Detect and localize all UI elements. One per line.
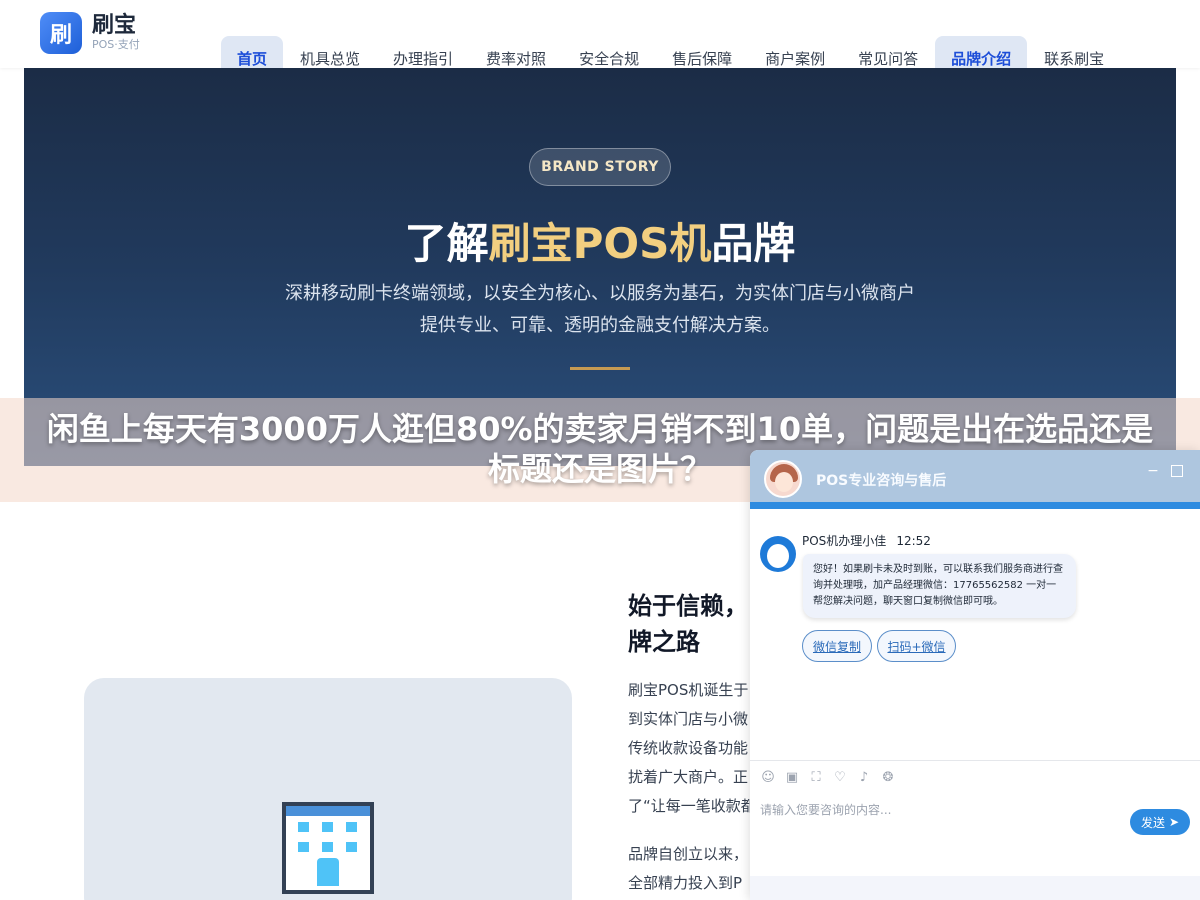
- logo-title: 刷宝: [92, 13, 137, 38]
- section-title-line: 牌之路: [628, 628, 700, 656]
- paragraph-line: 全部精力投入到P: [628, 874, 743, 892]
- logo-subtitle: POS·支付: [92, 38, 140, 51]
- chat-widget: POS专业咨询与售后 − POS机办理小佳 12:52 您好！如果刷卡未及时到账，…: [750, 450, 1200, 900]
- section-title: 始于信赖， 牌之路: [628, 588, 758, 660]
- brand-story-badge: BRAND STORY: [529, 148, 671, 186]
- chat-divider: [750, 760, 1200, 761]
- message-meta: POS机办理小佳 12:52: [802, 532, 931, 549]
- copy-wechat-button[interactable]: 微信复制: [802, 630, 872, 662]
- bot-avatar: [760, 536, 796, 572]
- agent-avatar: [764, 460, 802, 498]
- chat-header[interactable]: POS专业咨询与售后 −: [750, 450, 1200, 502]
- hero-title-pre: 了解: [404, 219, 489, 268]
- emoji-icon[interactable]: ☺: [760, 770, 776, 786]
- chat-footer: [750, 876, 1200, 900]
- minimize-icon[interactable]: −: [1146, 464, 1160, 478]
- paragraph-line: 品牌自创立以来，: [628, 845, 749, 863]
- section-title-line: 始于信赖，: [628, 592, 748, 620]
- brand-image-card: [84, 678, 572, 900]
- logo-mark: 刷: [40, 12, 82, 54]
- paragraph-line: 扰着广大商户。正: [628, 768, 749, 786]
- paragraph-line: 了“让每一笔收款都: [628, 797, 756, 815]
- image-icon[interactable]: ▣: [784, 770, 800, 786]
- hero-title: 了解刷宝POS机品牌: [24, 210, 1176, 271]
- sender-name: POS机办理小佳: [802, 534, 887, 548]
- section-paragraph-2: 品牌自创立以来， 全部精力投入到P: [628, 840, 758, 898]
- brand-logo[interactable]: 刷 刷宝 POS·支付: [40, 12, 140, 54]
- crop-icon[interactable]: ⛶: [808, 770, 824, 786]
- hero-title-post: 品牌: [711, 219, 796, 268]
- maximize-icon[interactable]: [1171, 465, 1183, 477]
- paragraph-line: 到实体门店与小微: [628, 710, 749, 728]
- chat-icon[interactable]: ❂: [880, 770, 896, 786]
- building-icon: [282, 802, 374, 894]
- chat-toolbar: ☺ ▣ ⛶ ♡ ♪ ❂: [760, 770, 904, 786]
- shield-icon[interactable]: ♡: [832, 770, 848, 786]
- paragraph-line: 刷宝POS机诞生于: [628, 681, 749, 699]
- chat-title: POS专业咨询与售后: [816, 473, 947, 489]
- section-paragraph-1: 刷宝POS机诞生于 到实体门店与小微 传统收款设备功能 扰着广大商户。正 了“让…: [628, 676, 758, 821]
- send-arrow-icon: ➤: [1168, 815, 1180, 829]
- volume-icon[interactable]: ♪: [856, 770, 872, 786]
- chat-accent-strip: [750, 502, 1200, 509]
- hero-title-highlight: 刷宝POS机: [488, 219, 712, 268]
- chat-message-input[interactable]: [760, 800, 1120, 820]
- hero-divider: [570, 367, 630, 370]
- scan-wechat-button[interactable]: 扫码+微信: [877, 630, 956, 662]
- hero-description: 深耕移动刷卡终端领域，以安全为核心、以服务为基石，为实体门店与小微商户提供专业、…: [285, 283, 915, 336]
- send-button[interactable]: 发送 ➤: [1130, 809, 1190, 835]
- paragraph-line: 传统收款设备功能: [628, 739, 749, 757]
- message-bubble: 您好！如果刷卡未及时到账，可以联系我们服务商进行查询并处理哦，加产品经理微信：1…: [803, 554, 1076, 618]
- message-time: 12:52: [896, 534, 931, 548]
- send-label: 发送: [1140, 815, 1165, 830]
